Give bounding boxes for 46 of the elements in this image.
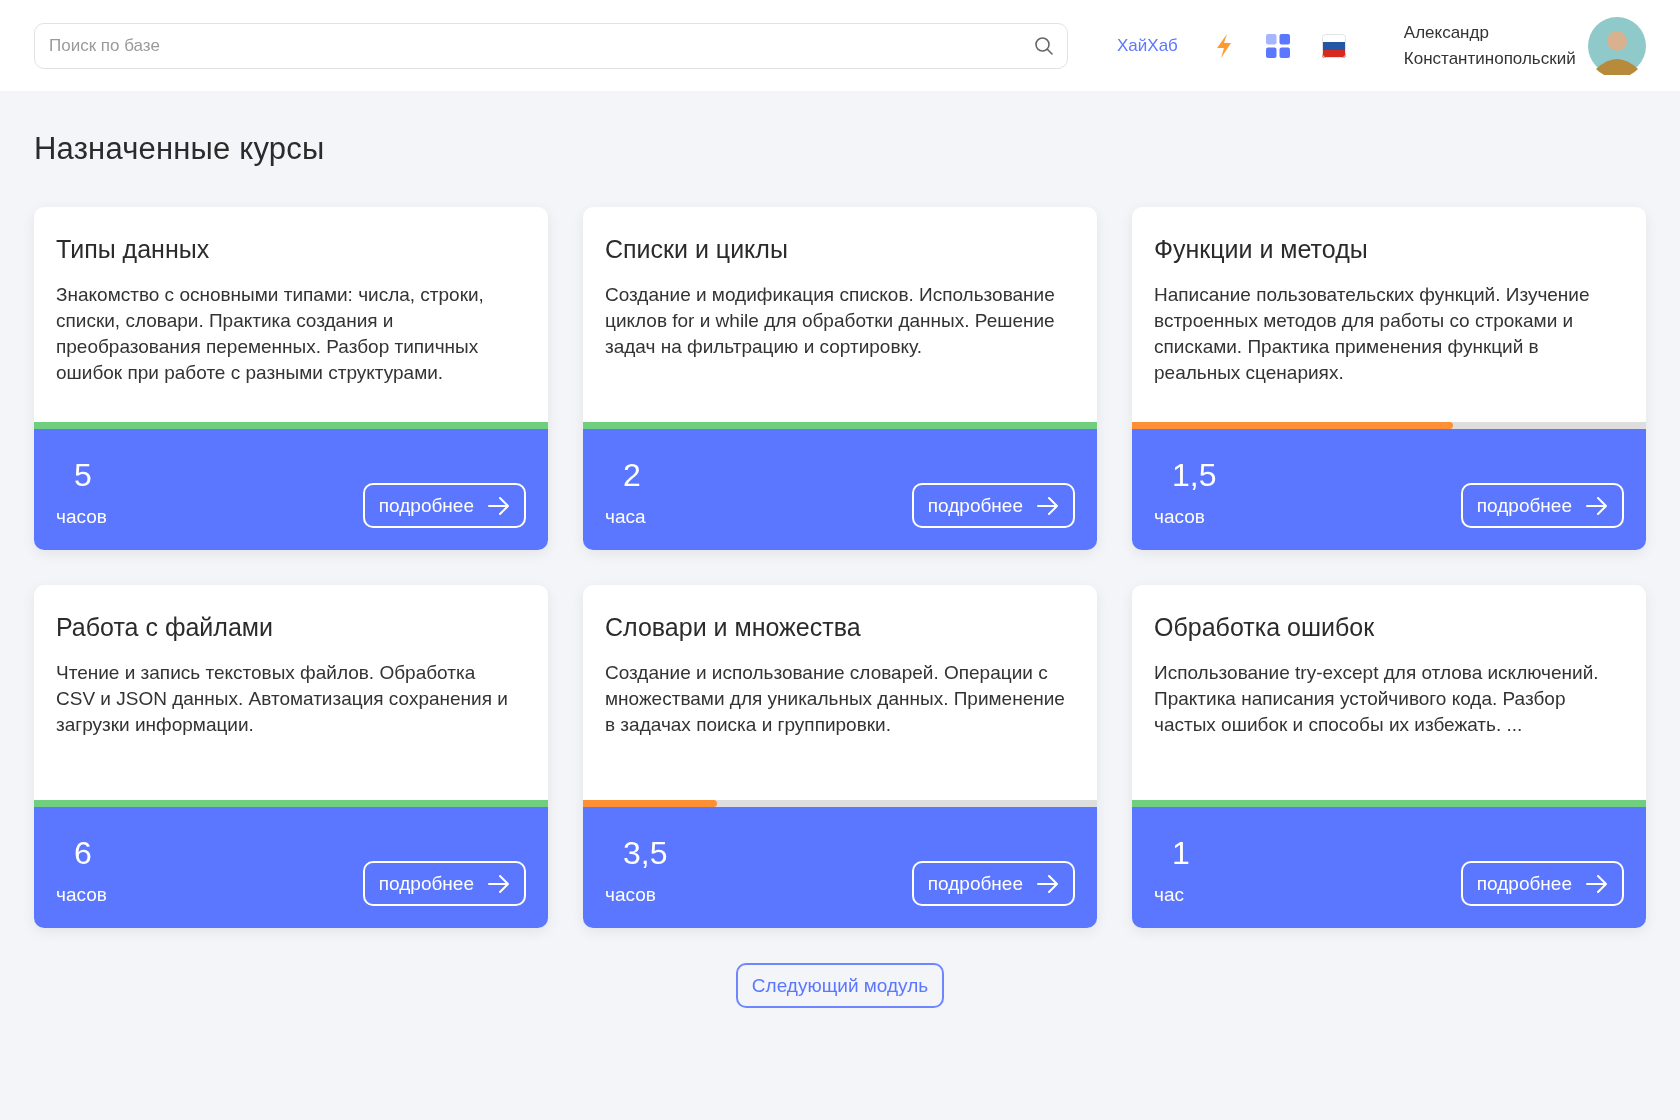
details-button[interactable]: подробнее [362,483,526,528]
hours-unit: часа [605,506,646,528]
details-button[interactable]: подробнее [911,861,1075,906]
hours-unit: час [1154,884,1185,906]
search-field[interactable]: Поиск по базе [34,22,1068,69]
user-last-name: Константинопольский [1403,47,1576,70]
arrow-right-icon [488,874,510,893]
hours-count: 6 [73,835,93,872]
course-title: Словари и множества [605,613,862,642]
details-button[interactable]: подробнее [362,861,526,906]
arrow-right-icon [488,496,510,515]
hours-count: 5 [73,457,93,494]
arrow-right-icon [1586,496,1608,515]
flag-icon[interactable] [1321,33,1346,58]
grid-icon[interactable] [1265,33,1290,58]
details-button[interactable]: подробнее [1460,861,1624,906]
course-title: Обработка ошибок [1154,613,1376,642]
arrow-right-icon [1586,874,1608,893]
hours-count: 3,5 [622,835,668,872]
hours-unit: часов [56,884,107,906]
course-title: Работа с файлами [56,613,274,642]
course-description: Создание и модификация списков. Использование циклов for и while для обработки данных. Решение задач на фильтрацию и сортировку. [605,283,1056,359]
hours-unit: часов [56,506,107,528]
course-description: Создание и использование словарей. Операции с множествами для уникальных данных. Применение в задачах поиска и группировки. [605,661,1065,737]
brand-link[interactable]: ХайХаб [1117,35,1178,56]
search-icon [1034,35,1054,56]
avatar-icon[interactable] [1588,16,1646,75]
page-title: Назначенные курсы [34,131,326,167]
hours-unit: часов [1154,506,1206,528]
next-module-button[interactable]: Следующий модуль [735,963,945,1008]
course-description: Использование try-except для отлова исключений. Практика написания устойчивого кода. Разбор частых ошибок и способы их избежать. ... [1154,661,1600,737]
hours-count: 1,5 [1171,457,1217,494]
hours-count: 1 [1171,835,1190,872]
arrow-right-icon [1037,496,1059,515]
user-first-name: Александр [1403,21,1490,44]
course-description: Знакомство с основными типами: числа, строки, списки, словари. Практика создания и преобразования переменных. Разбор типичных ошибок при работе с разными структурами. [56,283,485,385]
details-button[interactable]: подробнее [1460,483,1624,528]
hours-count: 2 [622,457,642,494]
course-title: Типы данных [56,235,211,264]
course-title: Списки и циклы [605,235,789,264]
course-title: Функции и методы [1154,235,1369,264]
arrow-right-icon [1037,874,1059,893]
details-button[interactable]: подробнее [911,483,1075,528]
course-description: Написание пользовательских функций. Изучение встроенных методов для работы со строками и списками. Практика применения функций в реальных сценариях. [1154,283,1591,385]
course-description: Чтение и запись текстовых файлов. Обработка CSV и JSON данных. Автоматизация сохранения и загрузки информации. [56,661,509,737]
hours-unit: часов [605,884,657,906]
